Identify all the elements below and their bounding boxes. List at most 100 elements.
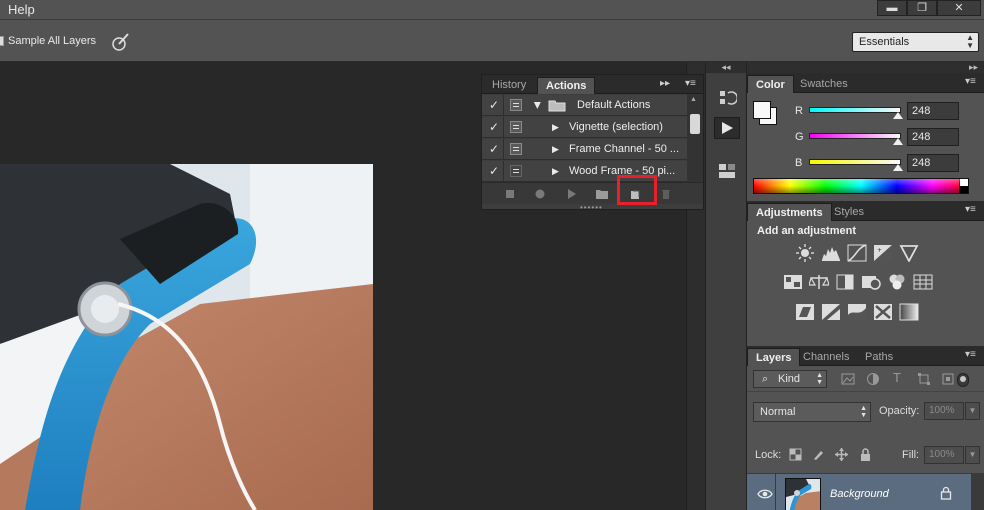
invert-icon[interactable] xyxy=(795,303,815,321)
green-slider[interactable] xyxy=(809,133,903,145)
layer-kind-filter[interactable]: ⌕ Kind ▲ ▼ xyxy=(753,370,827,388)
toggle-check-icon[interactable]: ✓ xyxy=(489,142,499,156)
lock-transparent-pixels-icon[interactable] xyxy=(789,448,802,461)
toggle-check-icon[interactable]: ✓ xyxy=(489,98,499,112)
tab-color[interactable]: Color xyxy=(747,75,794,93)
lock-all-icon[interactable] xyxy=(859,448,872,461)
filter-toggle[interactable] xyxy=(957,373,969,387)
adjustment-layer-filter-icon[interactable] xyxy=(866,372,880,386)
color-lookup-icon[interactable] xyxy=(913,273,933,291)
layer-row-background[interactable]: Background xyxy=(747,473,971,510)
tab-actions[interactable]: Actions xyxy=(537,77,596,94)
chevron-down-icon[interactable]: ▼ xyxy=(965,402,980,420)
actions-scrollbar[interactable]: ▲ xyxy=(687,94,703,182)
scroll-thumb[interactable] xyxy=(690,114,700,134)
photo-filter-icon[interactable] xyxy=(861,273,881,291)
workspace-select[interactable]: Essentials ▲ ▼ xyxy=(852,32,979,52)
actions-panel-button[interactable] xyxy=(714,117,740,139)
smart-object-filter-icon[interactable] xyxy=(941,372,955,386)
selective-color-icon[interactable] xyxy=(873,303,893,321)
dialog-toggle-icon[interactable] xyxy=(510,143,522,155)
blue-slider-knob[interactable] xyxy=(892,164,903,171)
restore-button[interactable]: ❐ xyxy=(907,0,937,16)
expand-triangle-icon[interactable]: ▶ xyxy=(552,122,559,133)
dialog-toggle-icon[interactable] xyxy=(510,99,522,111)
tab-layers[interactable]: Layers xyxy=(747,348,801,366)
history-panel-button[interactable] xyxy=(714,87,740,109)
red-value-field[interactable]: 248 xyxy=(907,102,959,120)
scroll-up-icon[interactable]: ▲ xyxy=(690,96,697,103)
action-frame-channel[interactable]: ✓ ▶ Frame Channel - 50 ... xyxy=(482,139,687,160)
blue-slider[interactable] xyxy=(809,159,903,171)
expand-triangle-icon[interactable]: ▶ xyxy=(552,166,559,177)
minimize-button[interactable]: ▬ xyxy=(877,0,907,16)
threshold-icon[interactable] xyxy=(847,303,867,321)
tab-history[interactable]: History xyxy=(484,77,534,94)
expand-triangle-icon[interactable]: ▶ xyxy=(552,144,559,155)
expand-triangle-icon[interactable]: ▶ xyxy=(532,102,543,109)
tab-styles[interactable]: Styles xyxy=(826,203,872,221)
lock-image-pixels-icon[interactable] xyxy=(812,448,825,461)
lock-position-icon[interactable] xyxy=(835,448,848,461)
posterize-icon[interactable] xyxy=(821,303,841,321)
layer-filter-row: ⌕ Kind ▲ ▼ T xyxy=(747,366,984,392)
pixel-layer-filter-icon[interactable] xyxy=(841,372,855,386)
black-white-icon[interactable] xyxy=(835,273,855,291)
channel-mixer-icon[interactable] xyxy=(887,273,907,291)
properties-panel-button[interactable] xyxy=(714,160,740,182)
chevron-down-icon[interactable]: ▼ xyxy=(965,446,980,464)
layers-panel: ⌕ Kind ▲ ▼ T Normal ▲ ▼ Opacity: 100% ▼ Lo… xyxy=(747,366,984,510)
color-balance-icon[interactable] xyxy=(809,273,829,291)
visibility-eye-icon[interactable] xyxy=(757,488,773,500)
brightness-contrast-icon[interactable] xyxy=(795,244,815,262)
red-slider[interactable] xyxy=(809,107,903,119)
hue-saturation-icon[interactable] xyxy=(783,273,803,291)
folder-icon[interactable] xyxy=(595,188,609,200)
tab-channels[interactable]: Channels xyxy=(795,348,857,366)
foreground-color-swatch[interactable] xyxy=(753,101,771,119)
curves-icon[interactable] xyxy=(847,244,867,262)
collapse-panels-icon[interactable]: ▸▸ xyxy=(747,62,984,73)
expand-panel-icon[interactable]: ▸▸ xyxy=(660,78,670,89)
document-photo[interactable] xyxy=(0,164,373,510)
tab-paths[interactable]: Paths xyxy=(857,348,901,366)
sample-all-layers-checkbox[interactable] xyxy=(0,36,4,46)
close-button[interactable]: ✕ xyxy=(937,0,981,16)
panel-menu-icon[interactable]: ▾≡ xyxy=(965,204,976,215)
toggle-check-icon[interactable]: ✓ xyxy=(489,164,499,178)
toggle-check-icon[interactable]: ✓ xyxy=(489,120,499,134)
menu-help[interactable]: Help xyxy=(8,2,35,17)
shape-layer-filter-icon[interactable] xyxy=(917,372,931,386)
tab-adjustments[interactable]: Adjustments xyxy=(747,203,832,221)
panel-menu-icon[interactable]: ▾≡ xyxy=(965,349,976,360)
resize-grip[interactable]: •••••• xyxy=(580,203,603,212)
type-layer-filter-icon[interactable]: T xyxy=(893,370,907,385)
dialog-toggle-icon[interactable] xyxy=(510,165,522,177)
action-vignette[interactable]: ✓ ▶ Vignette (selection) xyxy=(482,117,687,138)
color-spectrum-ramp[interactable] xyxy=(753,178,969,194)
red-slider-knob[interactable] xyxy=(892,112,903,119)
pressure-brush-icon[interactable] xyxy=(110,31,132,53)
exposure-icon[interactable]: + xyxy=(873,244,893,262)
trash-icon[interactable] xyxy=(660,188,672,200)
record-icon[interactable] xyxy=(534,188,546,200)
dialog-toggle-icon[interactable] xyxy=(510,121,522,133)
opacity-field[interactable]: 100% xyxy=(924,402,964,420)
action-set-default[interactable]: ✓ ▶ Default Actions xyxy=(482,95,687,116)
play-icon[interactable] xyxy=(565,188,577,200)
tab-swatches[interactable]: Swatches xyxy=(792,75,856,93)
blue-value-field[interactable]: 248 xyxy=(907,154,959,172)
panel-menu-icon[interactable]: ▾≡ xyxy=(685,78,696,89)
layers-scrollbar[interactable] xyxy=(971,473,984,510)
levels-icon[interactable] xyxy=(821,244,841,262)
fill-field[interactable]: 100% xyxy=(924,446,964,464)
black-white-swatch[interactable] xyxy=(959,178,969,194)
stop-icon[interactable] xyxy=(504,188,516,200)
panel-menu-icon[interactable]: ▾≡ xyxy=(965,76,976,87)
green-value-field[interactable]: 248 xyxy=(907,128,959,146)
collapse-dock-icon[interactable]: ◂◂ xyxy=(706,62,746,73)
blend-mode-select[interactable]: Normal ▲ ▼ xyxy=(753,402,871,422)
green-slider-knob[interactable] xyxy=(892,138,903,145)
gradient-map-icon[interactable] xyxy=(899,303,919,321)
vibrance-icon[interactable] xyxy=(899,244,919,262)
